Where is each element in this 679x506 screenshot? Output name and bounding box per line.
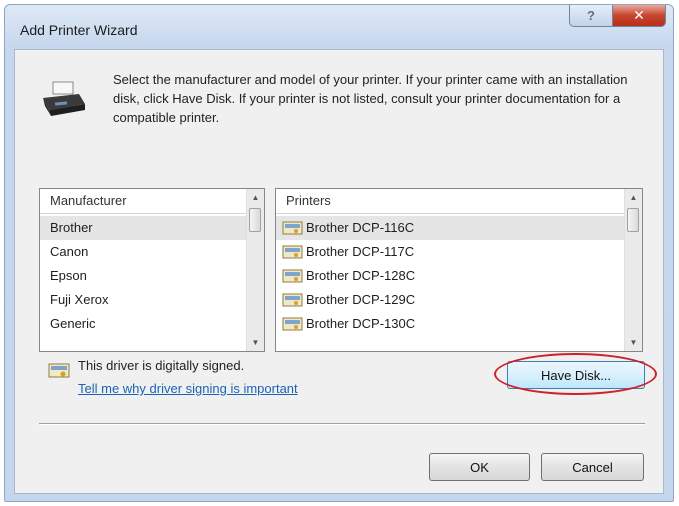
cancel-button[interactable]: Cancel bbox=[541, 453, 644, 481]
manufacturer-listbox[interactable]: Manufacturer Brother Canon Epson Fuji Xe… bbox=[39, 188, 265, 352]
list-item-label: Brother DCP-128C bbox=[306, 268, 416, 283]
ok-button[interactable]: OK bbox=[429, 453, 530, 481]
title-bar[interactable]: Add Printer Wizard ? ✕ bbox=[5, 5, 673, 49]
divider bbox=[39, 423, 645, 425]
driver-signing-info-link[interactable]: Tell me why driver signing is important bbox=[78, 381, 298, 396]
have-disk-button[interactable]: Have Disk... bbox=[507, 361, 645, 389]
list-item[interactable]: Brother DCP-128C bbox=[276, 264, 625, 288]
printer-driver-icon bbox=[282, 293, 303, 306]
list-item-label: Brother DCP-117C bbox=[306, 244, 415, 259]
manufacturer-scrollbar[interactable]: ▲ ▼ bbox=[246, 189, 264, 351]
list-item[interactable]: Brother DCP-116C bbox=[276, 216, 625, 240]
signed-driver-icon bbox=[48, 363, 70, 378]
printer-icon bbox=[43, 81, 85, 116]
printer-driver-icon bbox=[282, 317, 303, 330]
printer-items: Brother DCP-116C Brother DCP-117C Brothe… bbox=[276, 216, 625, 336]
help-button[interactable]: ? bbox=[569, 5, 613, 27]
list-item[interactable]: Canon bbox=[40, 240, 247, 264]
instructions-text: Select the manufacturer and model of you… bbox=[113, 72, 628, 125]
list-item[interactable]: Brother DCP-129C bbox=[276, 288, 625, 312]
printer-driver-icon bbox=[282, 269, 303, 282]
scroll-thumb[interactable] bbox=[627, 208, 639, 232]
list-item-label: Brother DCP-129C bbox=[306, 292, 416, 307]
list-item[interactable]: Brother DCP-130C bbox=[276, 312, 625, 336]
scroll-thumb[interactable] bbox=[249, 208, 261, 232]
add-printer-wizard-window: Add Printer Wizard ? ✕ Select the manufa… bbox=[4, 4, 674, 502]
list-item[interactable]: Brother bbox=[40, 216, 247, 240]
driver-signed-status: This driver is digitally signed. bbox=[78, 358, 245, 373]
list-item[interactable]: Brother DCP-117C bbox=[276, 240, 625, 264]
printer-driver-icon bbox=[282, 245, 303, 258]
scroll-down-icon[interactable]: ▼ bbox=[625, 334, 642, 351]
printer-driver-icon bbox=[282, 221, 303, 234]
list-item-label: Brother DCP-130C bbox=[306, 316, 416, 331]
manufacturer-items: Brother Canon Epson Fuji Xerox Generic bbox=[40, 216, 247, 336]
list-item[interactable]: Generic bbox=[40, 312, 247, 336]
dialog-body: Select the manufacturer and model of you… bbox=[14, 49, 664, 494]
scroll-up-icon[interactable]: ▲ bbox=[625, 189, 642, 206]
printers-scrollbar[interactable]: ▲ ▼ bbox=[624, 189, 642, 351]
manufacturer-column-header: Manufacturer bbox=[40, 189, 247, 214]
scroll-up-icon[interactable]: ▲ bbox=[247, 189, 264, 206]
list-item-label: Brother DCP-116C bbox=[306, 220, 415, 235]
list-item[interactable]: Fuji Xerox bbox=[40, 288, 247, 312]
printers-listbox[interactable]: Printers Brother DCP-116C Brother DCP-11… bbox=[275, 188, 643, 352]
close-button[interactable]: ✕ bbox=[612, 5, 666, 27]
printers-column-header: Printers bbox=[276, 189, 625, 214]
window-title: Add Printer Wizard bbox=[20, 22, 138, 38]
scroll-down-icon[interactable]: ▼ bbox=[247, 334, 264, 351]
list-item[interactable]: Epson bbox=[40, 264, 247, 288]
